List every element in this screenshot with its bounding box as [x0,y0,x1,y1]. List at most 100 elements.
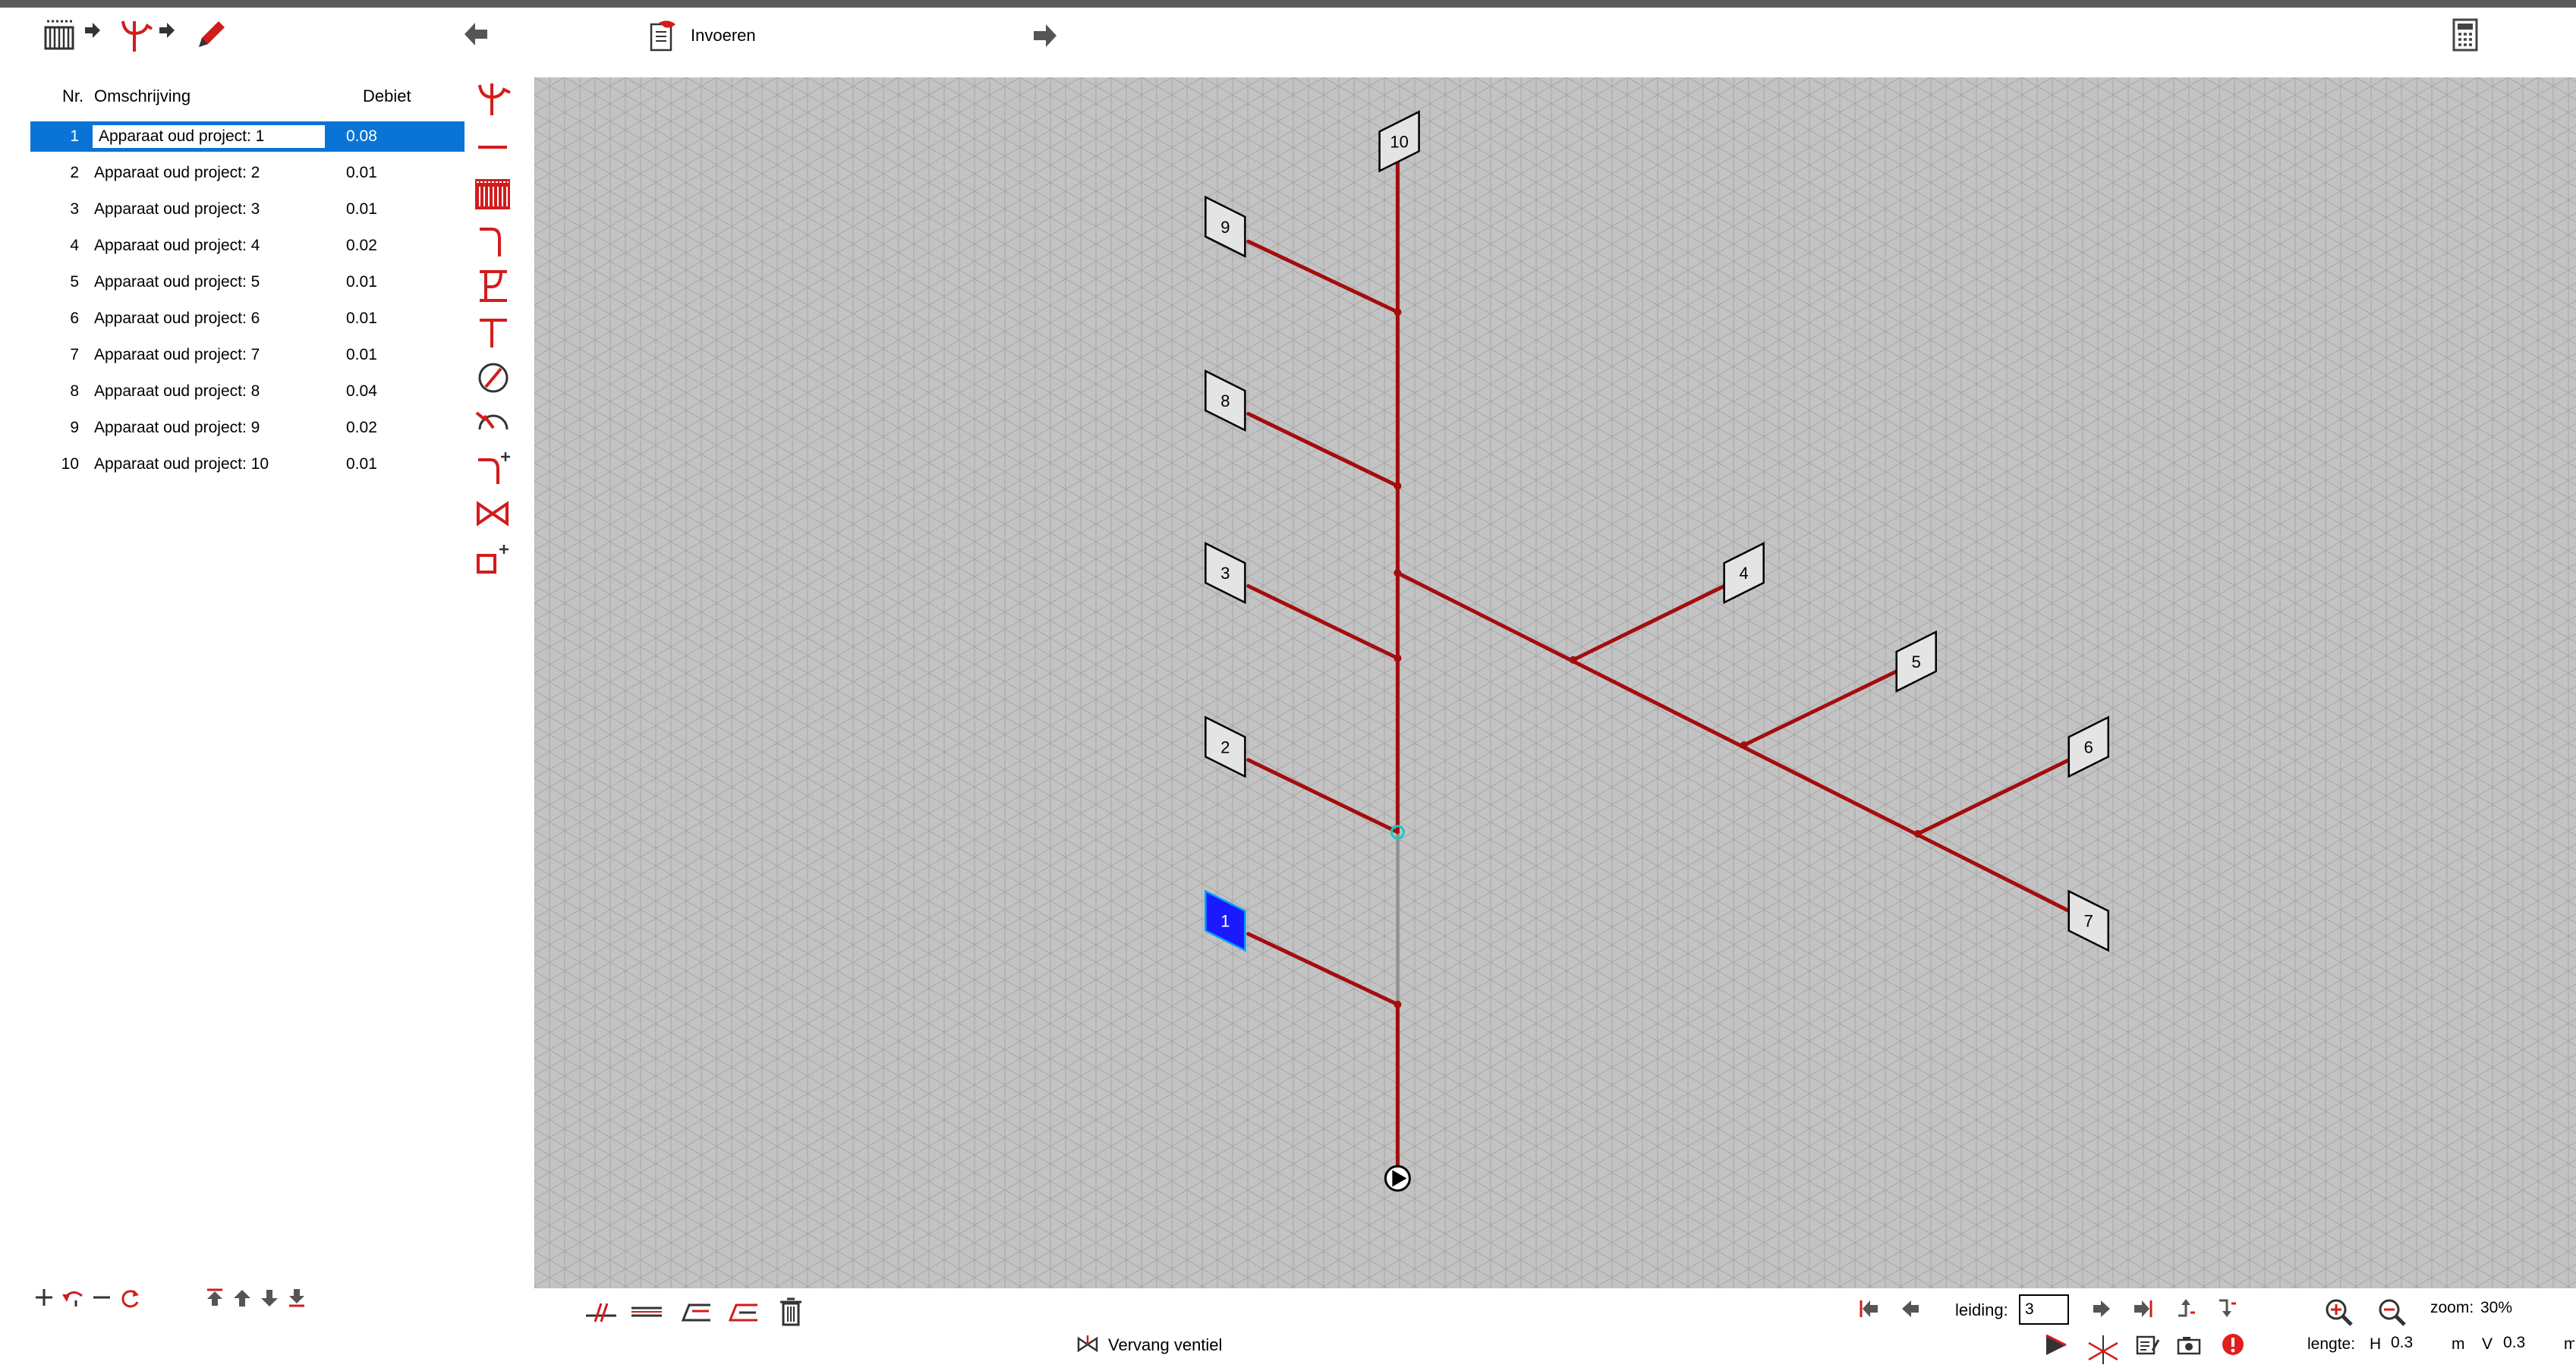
parallel-pipe-icon[interactable] [630,1300,663,1323]
pipe-junction[interactable] [1393,654,1402,662]
camera-icon[interactable] [2177,1334,2201,1357]
offset-pipe-icon[interactable] [679,1300,712,1323]
undo-icon[interactable] [61,1287,85,1308]
play-icon[interactable] [2043,1332,2069,1358]
split-pipe-icon[interactable] [584,1300,618,1323]
step-down-icon[interactable] [2218,1297,2237,1319]
appliance-node-label: 7 [2084,912,2093,931]
row-nr: 3 [70,200,79,218]
offset-pipe-red-icon[interactable] [726,1300,759,1323]
appliance-node-label: 4 [1740,564,1749,583]
next-icon[interactable] [2092,1299,2112,1319]
list-row[interactable]: 9 Apparaat oud project: 9 0.02 [30,413,464,443]
replace-valve-label[interactable]: Vervang ventiel [1108,1335,1222,1355]
pipe-junction[interactable] [1913,829,1922,838]
column-header-description[interactable]: Omschrijving [94,86,191,106]
tool-add-elbow-icon[interactable] [469,448,516,489]
leiding-label: leiding: [1955,1300,2008,1319]
appliance-node-label: 10 [1390,132,1408,151]
list-row[interactable]: 3 Apparaat oud project: 3 0.01 [30,194,464,225]
tool-add-appliance-icon[interactable] [469,537,516,578]
tool-ladder-icon[interactable] [469,266,516,307]
list-row[interactable]: 8 Apparaat oud project: 8 0.04 [30,376,464,407]
leiding-input[interactable]: 3 [2019,1294,2069,1325]
axes-icon[interactable] [2086,1332,2121,1367]
trash-icon[interactable] [777,1296,805,1326]
h-label: H [2370,1335,2382,1353]
move-bottom-icon[interactable] [287,1287,307,1308]
tool-tee-icon[interactable] [469,311,516,352]
row-nr: 10 [61,455,79,473]
row-debiet: 0.04 [346,382,377,400]
row-description: Apparaat oud project: 8 [94,382,260,400]
v-value[interactable]: 0.3 [2503,1334,2525,1352]
tool-elbow-icon[interactable] [469,220,516,261]
list-row[interactable]: 10 Apparaat oud project: 10 0.01 [30,449,464,480]
step-up-icon[interactable] [2177,1297,2197,1319]
move-top-icon[interactable] [205,1287,225,1308]
list-row[interactable]: 4 Apparaat oud project: 4 0.02 [30,231,464,261]
row-description: Apparaat oud project: 4 [94,237,260,254]
row-debiet: 0.01 [346,346,377,363]
invoeren-label[interactable]: Invoeren [691,26,756,46]
previous-icon[interactable] [1901,1299,1920,1319]
row-debiet: 0.01 [346,310,377,327]
tool-valve-icon[interactable] [469,493,516,534]
row-nr: 7 [70,346,79,363]
row-debiet: 0.01 [346,455,377,473]
row-debiet: 0.01 [346,200,377,218]
move-down-icon[interactable] [260,1288,279,1308]
row-description-input[interactable]: Apparaat oud project: 1 [93,125,325,148]
pipe-junction[interactable] [1569,656,1577,664]
info-warning-icon[interactable] [2221,1332,2245,1357]
pipe-branch-icon[interactable] [115,17,153,55]
arrow-right-icon[interactable] [158,21,176,39]
document-icon[interactable] [648,18,679,52]
move-up-icon[interactable] [232,1288,252,1308]
tool-branch-icon[interactable] [469,79,516,120]
last-icon[interactable] [2131,1299,2154,1319]
tool-straight-pipe-icon[interactable] [469,127,516,168]
list-row[interactable]: 5 Apparaat oud project: 5 0.01 [30,267,464,297]
list-row[interactable]: 1 Apparaat oud project: 1 0.08 [30,121,464,152]
pipe-junction[interactable] [1740,741,1748,750]
remove-icon[interactable] [91,1287,112,1308]
forward-arrow-icon[interactable] [1032,23,1058,49]
row-debiet: 0.01 [346,164,377,181]
pipe-junction[interactable] [1393,308,1402,316]
zoom-out-icon[interactable] [2377,1297,2408,1328]
drawing-canvas[interactable]: 10 9 8 3 2 1 4 5 6 7 [534,77,2576,1288]
h-value[interactable]: 0.3 [2391,1334,2413,1352]
list-row[interactable]: 2 Apparaat oud project: 2 0.01 [30,158,464,188]
h-unit: m [2452,1335,2465,1353]
pencil-icon[interactable] [193,17,229,53]
list-row[interactable]: 6 Apparaat oud project: 6 0.01 [30,303,464,334]
radiator-icon[interactable] [43,18,77,52]
pipe-junction[interactable] [1393,569,1402,577]
first-icon[interactable] [1858,1299,1881,1319]
pipe-junction[interactable] [1393,1000,1402,1008]
list-row[interactable]: 7 Apparaat oud project: 7 0.01 [30,340,464,370]
v-label: V [2482,1335,2493,1353]
tool-diameter-icon[interactable] [469,357,516,398]
zoom-in-icon[interactable] [2324,1297,2354,1328]
appliance-node-label: 8 [1220,391,1230,410]
edit-document-icon[interactable] [2136,1334,2160,1357]
source-pump-icon[interactable] [1384,1165,1411,1192]
add-icon[interactable] [33,1287,55,1308]
tool-meter-icon[interactable] [469,402,516,443]
refresh-icon[interactable] [118,1287,141,1310]
row-nr: 5 [70,273,79,291]
column-header-debiet[interactable]: Debiet [363,86,411,106]
arrow-right-icon[interactable] [83,21,102,39]
tool-radiator-icon[interactable] [469,173,516,214]
column-header-nr[interactable]: Nr. [62,86,83,106]
back-arrow-icon[interactable] [463,21,489,47]
zoom-label: zoom: [2430,1299,2474,1316]
row-description: Apparaat oud project: 6 [94,310,260,327]
v-unit: m [2564,1335,2574,1353]
pipe-diagram[interactable]: 10 9 8 3 2 1 4 5 6 7 [534,77,2576,1288]
valve-replace-icon[interactable] [1076,1334,1099,1355]
pipe-junction[interactable] [1393,482,1402,490]
calculator-icon[interactable] [2452,18,2479,52]
